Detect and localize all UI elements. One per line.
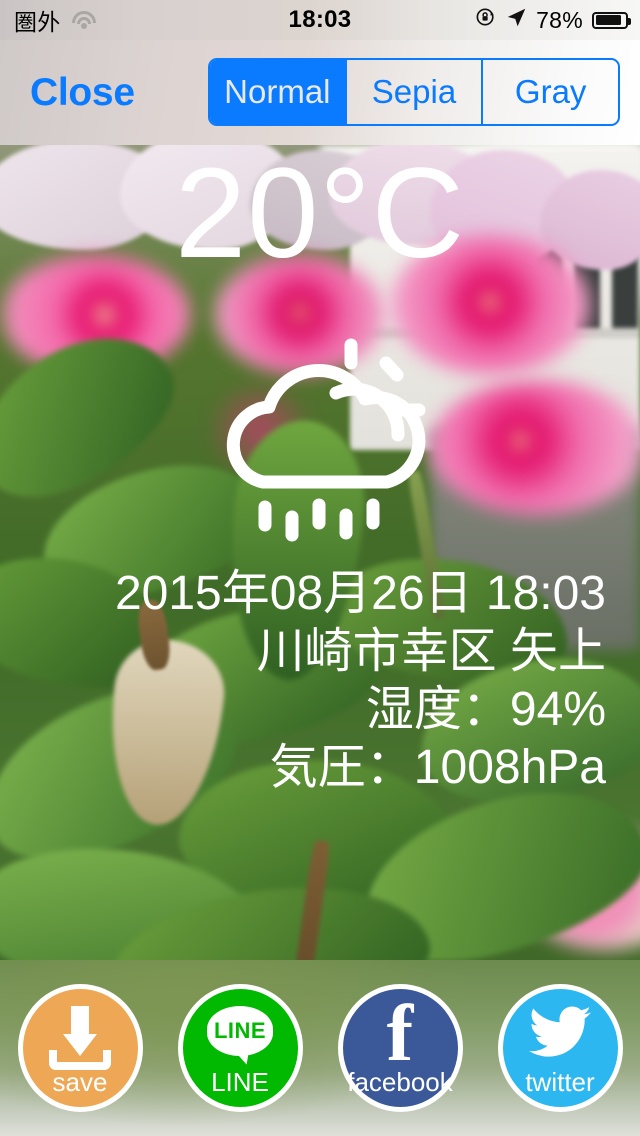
sun-behind-rain-cloud-icon: [205, 335, 435, 560]
twitter-bird-icon: [529, 1006, 591, 1058]
weather-info-block: 2015年08月26日 18:03 川崎市幸区 矢上 湿度：94% 気圧：100…: [6, 565, 606, 797]
app-screen: 圏外 18:03 78% Close Normal Sepia Gray 20°…: [0, 0, 640, 1136]
save-button-label: save: [52, 1067, 108, 1097]
weather-pressure: 気圧：1008hPa: [269, 741, 606, 795]
twitter-share-button[interactable]: twitter: [497, 984, 623, 1112]
segment-normal[interactable]: Normal: [210, 60, 345, 124]
battery-percent-label: 78%: [536, 6, 583, 33]
facebook-button-label: facebook: [347, 1067, 453, 1097]
weather-location: 川崎市幸区 矢上: [256, 625, 606, 679]
weather-datetime: 2015年08月26日 18:03: [114, 567, 606, 620]
facebook-f-icon: f: [386, 990, 414, 1078]
temperature-display: 20°C: [175, 142, 465, 285]
share-toolbar: save LINE LINE f facebook twitter: [0, 960, 640, 1136]
line-share-button[interactable]: LINE LINE: [177, 984, 303, 1112]
segment-gray[interactable]: Gray: [481, 60, 618, 124]
filter-segmented-control[interactable]: Normal Sepia Gray: [208, 58, 620, 126]
rotation-lock-icon: [475, 6, 497, 34]
line-bubble-icon: LINE: [207, 1006, 273, 1068]
segment-sepia[interactable]: Sepia: [344, 60, 482, 124]
download-tray-icon: [47, 1006, 113, 1070]
status-bar: 圏外 18:03 78%: [0, 0, 640, 40]
facebook-share-button[interactable]: f facebook: [337, 984, 463, 1112]
location-arrow-icon: [506, 7, 527, 34]
close-button[interactable]: Close: [30, 71, 135, 115]
line-bubble-glyph: LINE: [213, 1018, 267, 1043]
twitter-button-label: twitter: [525, 1067, 595, 1097]
weather-humidity: 湿度：94%: [365, 683, 606, 737]
navigation-bar: Close Normal Sepia Gray: [0, 40, 640, 145]
save-button[interactable]: save: [17, 984, 143, 1112]
battery-icon: [592, 11, 631, 29]
line-button-label: LINE: [211, 1067, 269, 1097]
